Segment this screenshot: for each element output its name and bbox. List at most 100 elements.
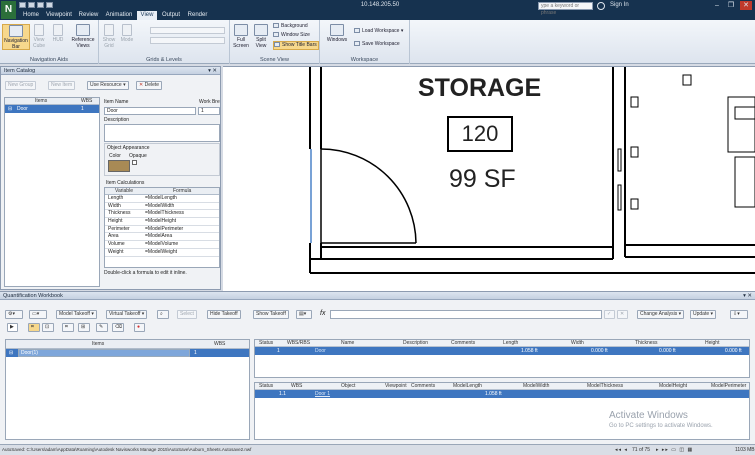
close-icon[interactable]: ✕ [740, 1, 752, 10]
panel-close-icon[interactable]: ▾ ✕ [208, 67, 217, 75]
panel-title: Item Catalog [4, 68, 36, 74]
calc-row[interactable]: Perimeter =ModelPerimeter [105, 226, 219, 234]
page-nav-forward-icons[interactable]: ▸ ▸▸ ▭ ◫ ▦ [656, 445, 693, 455]
sign-in-link[interactable]: Sign In [610, 2, 629, 8]
export-dropdown[interactable]: ⇩▾ [730, 310, 748, 319]
tool-rect-icon[interactable]: ⊞ [78, 323, 90, 332]
show-takeoff-button[interactable]: Show Takeoff [253, 310, 289, 319]
calc-formula[interactable]: =ModelArea [145, 233, 172, 241]
calc-formula[interactable]: =ModelWidth [145, 203, 174, 211]
calc-formula[interactable]: =ModelHeight [145, 218, 176, 226]
calc-row[interactable]: Weight =ModelWeight [105, 249, 219, 257]
view-dropdown[interactable]: ▭▾ [29, 310, 47, 319]
tab-output[interactable]: Output [159, 11, 183, 20]
calc-formula[interactable]: =ModelLength [145, 195, 177, 203]
settings-dropdown[interactable]: ⚙▾ [5, 310, 23, 319]
find-icon[interactable]: ⌕ [157, 310, 169, 319]
minimize-icon[interactable]: – [711, 1, 723, 10]
calc-row[interactable]: Length =ModelLength [105, 195, 219, 203]
item-name-field[interactable]: Door [104, 107, 196, 115]
window-size-option[interactable]: Window Size [273, 32, 310, 39]
save-icon[interactable] [28, 2, 35, 8]
application-menu-button[interactable]: N [1, 1, 16, 19]
summary-row[interactable]: 1 Door 1.058 ft 0.000 ft 0.000 ft 0.000 … [255, 347, 749, 355]
undo-icon[interactable] [37, 2, 44, 8]
play-icon[interactable]: ▶ [7, 323, 18, 332]
calc-row[interactable]: Width =ModelWidth [105, 203, 219, 211]
hide-takeoff-button[interactable]: Hide Takeoff [207, 310, 241, 319]
work-breakdown-field[interactable]: 1 [198, 107, 220, 115]
mode-button[interactable]: Mode [119, 24, 135, 50]
description-field[interactable] [104, 124, 220, 142]
autosave-path: AutoSaved: C:\Users\adam\AppData\Roaming… [2, 447, 252, 452]
calc-row[interactable]: Height =ModelHeight [105, 218, 219, 226]
model-takeoff-button[interactable]: Model Takeoff ▾ [56, 310, 97, 319]
select-button[interactable]: Select [177, 310, 197, 319]
full-screen-button[interactable]: Full Screen [232, 24, 250, 50]
header-name: Name [341, 340, 355, 346]
load-workspace-button[interactable]: Load Workspace ▾ [354, 28, 403, 35]
tool-area-icon[interactable]: ⊡ [42, 323, 54, 332]
accept-formula-icon[interactable]: ✓ [604, 310, 615, 319]
record-icon[interactable]: ● [134, 323, 145, 332]
new-item-button[interactable]: New Item [48, 81, 76, 90]
formula-input[interactable] [330, 310, 602, 319]
split-view-icon [254, 24, 268, 36]
tab-view[interactable]: View [137, 11, 157, 20]
detail-row[interactable]: 1.1 Door 1 1.058 ft [255, 390, 749, 398]
calc-row[interactable]: Volume =ModelVolume [105, 241, 219, 249]
windows-button[interactable]: Windows [324, 24, 350, 50]
virtual-takeoff-button[interactable]: Virtual Takeoff ▾ [106, 310, 148, 319]
tab-review[interactable]: Review [76, 11, 101, 20]
item-catalog-panel: Item Catalog ▾ ✕ New Group New Item Use R… [0, 66, 221, 290]
navigation-bar-button[interactable]: Navigation Bar [2, 24, 30, 50]
expand-icon[interactable]: ⊟ [9, 349, 13, 357]
user-icon[interactable] [597, 2, 605, 10]
calc-formula[interactable]: =ModelThickness [145, 210, 184, 218]
use-resource-button[interactable]: Use Resource ▾ [87, 81, 129, 90]
calc-formula[interactable]: =ModelWeight [145, 249, 177, 257]
calc-formula[interactable]: =ModelPerimeter [145, 226, 183, 234]
delete-button[interactable]: ✕ Delete [136, 81, 163, 90]
split-view-button[interactable]: Split View [252, 24, 270, 50]
tool-count-icon[interactable]: ✎ [96, 323, 108, 332]
appearance-label: Object Appearance [107, 145, 150, 151]
search-input[interactable]: ype a keyword or phrase [538, 2, 593, 16]
save-workspace-button[interactable]: Save Workspace [354, 41, 400, 48]
tab-home[interactable]: Home [19, 11, 43, 20]
tool-erase-icon[interactable]: ⌫ [112, 323, 124, 332]
color-swatch[interactable] [108, 160, 130, 172]
hud-button[interactable]: HUD [49, 24, 67, 50]
tool-polyline-icon[interactable]: ⌗ [62, 323, 74, 332]
redo-icon[interactable] [46, 2, 53, 8]
tab-render[interactable]: Render [185, 11, 210, 20]
show-title-bars-option[interactable]: Show Title Bars [273, 41, 319, 50]
show-grid-button[interactable]: Show Grid [101, 24, 117, 50]
restore-icon[interactable]: ❐ [725, 1, 737, 10]
button-label: Virtual Takeoff [109, 311, 141, 317]
panel-close-icon[interactable]: ▾ ✕ [743, 292, 752, 300]
tree-row-door[interactable]: ⊟ Door 1 [5, 105, 99, 113]
options-dropdown[interactable]: ▤▾ [296, 310, 312, 319]
calc-row[interactable]: Thickness =ModelThickness [105, 210, 219, 219]
scene-view[interactable]: STORAGE 120 99 SF [223, 66, 755, 291]
view-cube-button[interactable]: View Cube [31, 24, 47, 50]
change-analysis-button[interactable]: Change Analysis ▾ [637, 310, 685, 319]
cancel-formula-icon[interactable]: ✕ [617, 310, 628, 319]
tab-viewpoint[interactable]: Viewpoint [44, 11, 74, 20]
calc-formula[interactable]: =ModelVolume [145, 241, 178, 249]
expand-icon[interactable]: ⊟ [8, 105, 12, 113]
tree-row-door[interactable]: ⊟ Door(1) 1 [6, 349, 249, 357]
tab-animation[interactable]: Animation [103, 11, 135, 20]
level-dropdown[interactable] [150, 27, 225, 34]
page-nav-icons[interactable]: ◂◂ ◂ [615, 445, 628, 455]
tool-select-icon[interactable]: ⌗ [28, 323, 40, 332]
new-group-button[interactable]: New Group [5, 81, 37, 90]
reference-views-button[interactable]: Reference Views [69, 24, 97, 50]
open-icon[interactable] [19, 2, 26, 8]
calc-row[interactable]: Area =ModelArea [105, 233, 219, 242]
grid-dropdown[interactable] [150, 37, 225, 44]
background-option[interactable]: Background [273, 23, 308, 30]
update-button[interactable]: Update ▾ [690, 310, 717, 319]
opaque-checkbox[interactable] [132, 160, 137, 165]
